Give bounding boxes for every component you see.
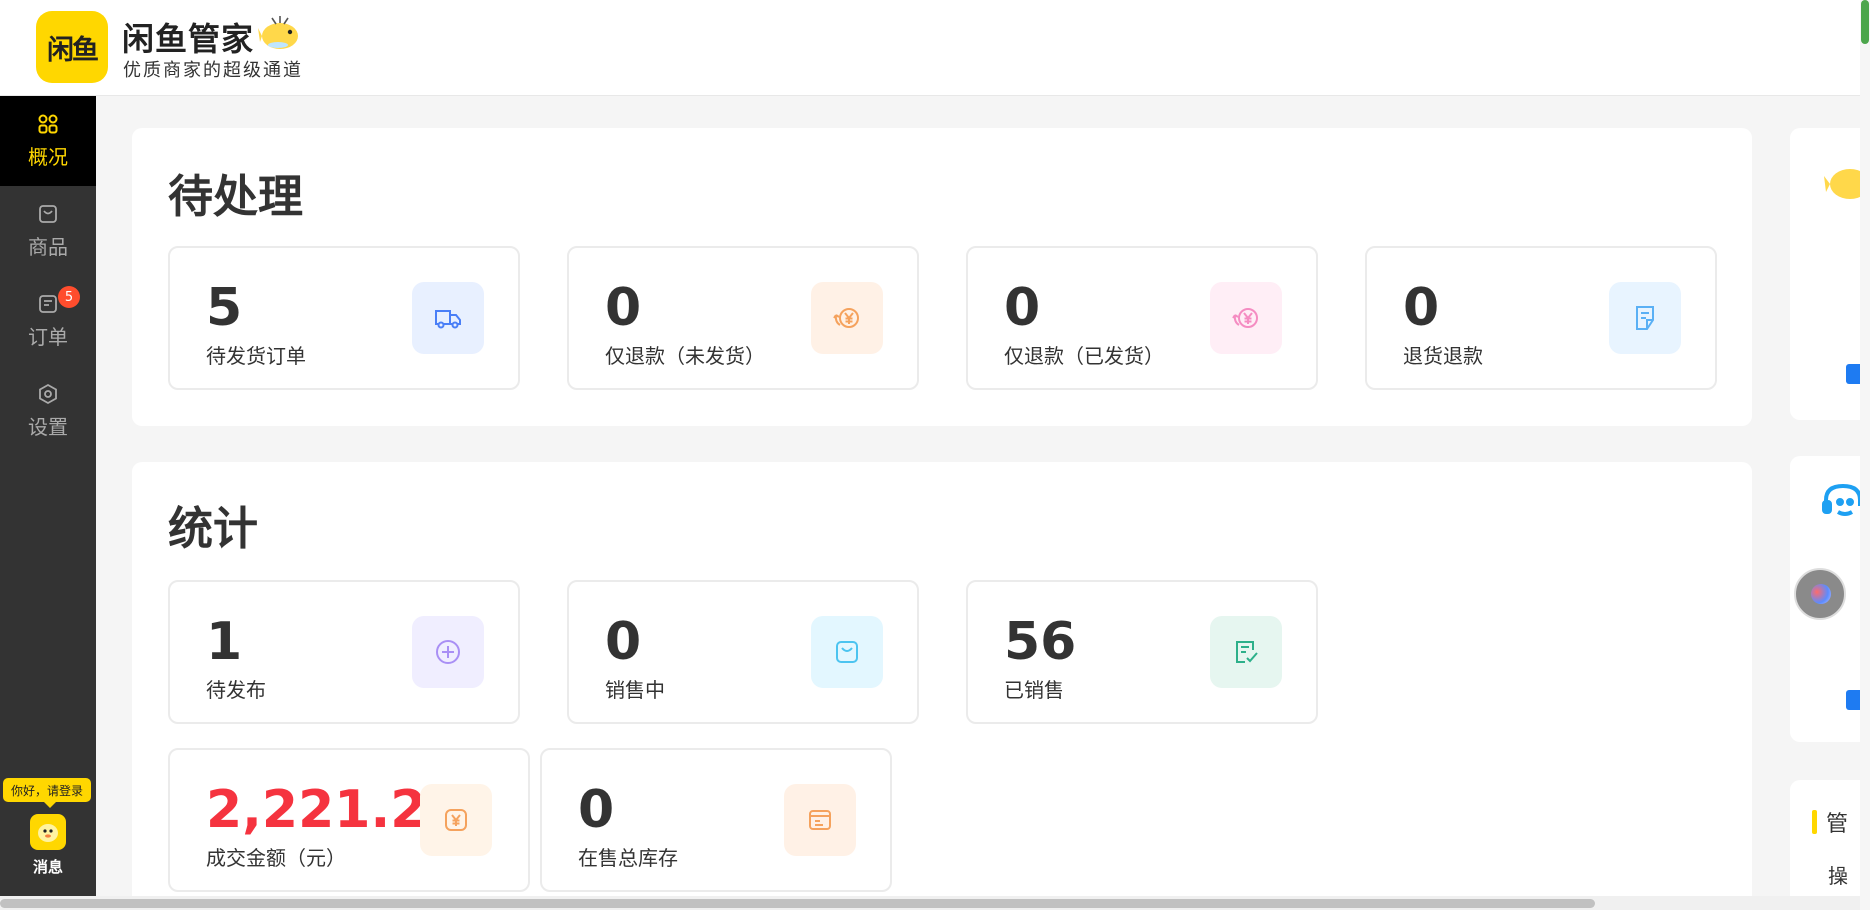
sidebar-item-products[interactable]: 商品 bbox=[0, 186, 96, 276]
bag-icon bbox=[811, 616, 883, 688]
stats-card-inventory[interactable]: 0 在售总库存 bbox=[540, 748, 892, 892]
pending-card-refund-shipped[interactable]: 0 仅退款（已发货） bbox=[966, 246, 1318, 390]
card-value: 0 bbox=[605, 612, 642, 672]
sidebar-item-label: 概况 bbox=[28, 144, 68, 169]
app-title: 闲鱼管家 bbox=[122, 20, 255, 58]
top-header: 闲鱼 闲鱼管家 优质商家的超级通道 bbox=[0, 0, 1860, 96]
truck-icon bbox=[412, 282, 484, 354]
stats-card-on-sale[interactable]: 0 销售中 bbox=[567, 580, 919, 724]
login-tooltip[interactable]: 你好，请登录 bbox=[3, 778, 91, 808]
card-value: 5 bbox=[206, 278, 243, 338]
sidebar-item-settings[interactable]: 设置 bbox=[0, 366, 96, 456]
order-count-badge: 5 bbox=[58, 286, 80, 308]
card-label: 退货退款 bbox=[1403, 344, 1483, 368]
vertical-scrollbar[interactable] bbox=[1860, 0, 1870, 910]
message-label[interactable]: 消息 bbox=[0, 856, 96, 877]
app-window: 闲鱼 闲鱼管家 优质商家的超级通道 概况 商品 订单 5 设置 你好，请登录 消… bbox=[0, 0, 1870, 910]
sidebar: 概况 商品 订单 5 设置 你好，请登录 消息 bbox=[0, 96, 96, 910]
pending-panel: 待处理 5 待发货订单 0 仅退款（未发货） 0 仅退款（已发货） 0 退货退款 bbox=[132, 128, 1752, 426]
fish-mascot-icon bbox=[258, 16, 298, 49]
gear-icon bbox=[39, 383, 57, 404]
sidebar-item-orders[interactable]: 订单 5 bbox=[0, 276, 96, 366]
sidebar-item-label: 商品 bbox=[28, 234, 68, 259]
bag-icon bbox=[39, 204, 57, 223]
inventory-icon bbox=[784, 784, 856, 856]
sidebar-item-overview[interactable]: 概况 bbox=[0, 96, 96, 186]
grid-icon bbox=[38, 114, 58, 133]
plus-circle-icon bbox=[412, 616, 484, 688]
stats-title: 统计 bbox=[168, 502, 259, 555]
pending-card-return-refund[interactable]: 0 退货退款 bbox=[1365, 246, 1717, 390]
operation-label: 操 bbox=[1828, 864, 1848, 888]
order-icon bbox=[39, 294, 57, 313]
stats-card-sold[interactable]: 56 已销售 bbox=[966, 580, 1318, 724]
scroll-thumb[interactable] bbox=[0, 899, 1595, 908]
message-avatar[interactable] bbox=[30, 814, 66, 850]
assistant-float-button[interactable] bbox=[1794, 568, 1846, 620]
stats-card-gmv[interactable]: 2,221.20 成交金额（元） bbox=[168, 748, 530, 892]
mascot-avatar-icon bbox=[38, 824, 58, 842]
refund-icon bbox=[811, 282, 883, 354]
card-value: 0 bbox=[578, 780, 615, 840]
pending-card-to-ship[interactable]: 5 待发货订单 bbox=[168, 246, 520, 390]
card-label: 销售中 bbox=[605, 678, 665, 702]
check-doc-icon bbox=[1210, 616, 1282, 688]
stats-card-to-publish[interactable]: 1 待发布 bbox=[168, 580, 520, 724]
card-value: 56 bbox=[1004, 612, 1077, 672]
card-label: 待发布 bbox=[206, 678, 266, 702]
card-value: 0 bbox=[1004, 278, 1041, 338]
sidebar-item-label: 设置 bbox=[28, 414, 68, 439]
card-label: 待发货订单 bbox=[206, 344, 306, 368]
yuan-icon bbox=[420, 784, 492, 856]
right-manage-panel: 管 操 bbox=[1790, 780, 1870, 910]
right-mascot-panel bbox=[1790, 128, 1870, 420]
app-subtitle: 优质商家的超级通道 bbox=[123, 60, 303, 81]
card-label: 在售总库存 bbox=[578, 846, 678, 870]
card-label: 仅退款（未发货） bbox=[605, 344, 765, 368]
card-label: 仅退款（已发货） bbox=[1004, 344, 1164, 368]
pending-card-refund-unshipped[interactable]: 0 仅退款（未发货） bbox=[567, 246, 919, 390]
logo-text: 闲鱼 bbox=[47, 34, 99, 66]
card-value: 1 bbox=[206, 612, 243, 672]
app-logo[interactable]: 闲鱼 bbox=[36, 11, 108, 83]
sidebar-item-label: 订单 bbox=[28, 324, 68, 349]
section-marker bbox=[1812, 810, 1817, 834]
card-label: 已销售 bbox=[1004, 678, 1064, 702]
horizontal-scrollbar[interactable] bbox=[0, 896, 1860, 910]
card-value: 0 bbox=[605, 278, 642, 338]
card-label: 成交金额（元） bbox=[206, 846, 346, 870]
refund-icon bbox=[1210, 282, 1282, 354]
manage-title: 管 bbox=[1826, 812, 1849, 837]
stats-panel: 统计 1 待发布 0 销售中 56 已销售 2,221.20 成交金额（元） 0… bbox=[132, 462, 1752, 910]
card-value: 0 bbox=[1403, 278, 1440, 338]
scroll-thumb[interactable] bbox=[1861, 0, 1869, 44]
pending-title: 待处理 bbox=[168, 170, 304, 223]
return-doc-icon bbox=[1609, 282, 1681, 354]
